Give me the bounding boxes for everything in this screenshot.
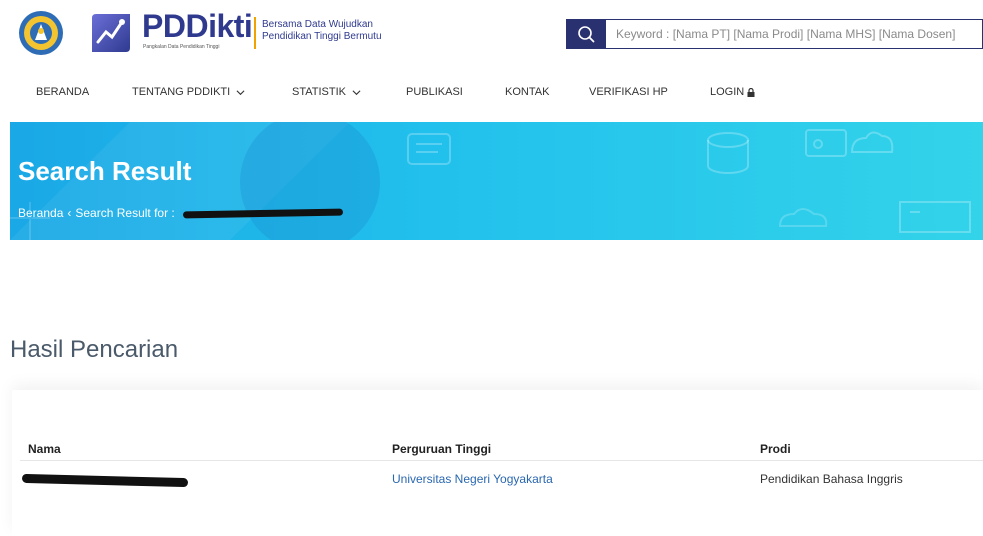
nav-item-beranda[interactable]: BERANDA [36, 86, 89, 98]
nav-item-publikasi[interactable]: PUBLIKASI [406, 86, 463, 98]
breadcrumb-home-link[interactable]: Beranda [18, 206, 63, 220]
chevron-down-icon [352, 89, 361, 95]
chevron-down-icon [236, 89, 245, 95]
tut-wuri-handayani-logo[interactable] [18, 10, 64, 56]
brand-subtitle: Pangkalan Data Pendidikan Tinggi [143, 44, 220, 50]
university-link[interactable]: Universitas Negeri Yogyakarta [392, 472, 553, 486]
results-heading: Hasil Pencarian [10, 336, 179, 363]
nav-label: BERANDA [36, 86, 90, 98]
nav-item-kontak[interactable]: KONTAK [505, 86, 549, 98]
column-header-prodi: Prodi [760, 442, 791, 456]
search-input-wrapper [606, 19, 983, 49]
page-title: Search Result [18, 156, 192, 186]
study-program: Pendidikan Bahasa Inggris [760, 472, 903, 486]
redacted-student-name [21, 473, 189, 488]
tagline: Bersama Data Wujudkan Pendidikan Tinggi … [262, 19, 382, 43]
redacted-search-query [182, 208, 343, 218]
tagline-line-2: Pendidikan Tinggi Bermutu [262, 31, 382, 42]
breadcrumb-current: Search Result for : [75, 206, 175, 220]
nav-item-verifikasi-hp[interactable]: VERIFIKASI HP [589, 86, 668, 98]
nav-item-login[interactable]: LOGIN [710, 86, 755, 98]
lock-icon [747, 87, 755, 97]
search-result-banner: Search Result Beranda ‹ Search Result fo… [10, 122, 983, 240]
nav-item-tentang-pddikti[interactable]: TENTANG PDDIKTI [132, 86, 245, 98]
nav-label: TENTANG PDDIKTI [132, 86, 231, 98]
search-icon [578, 26, 595, 43]
breadcrumb: Beranda ‹ Search Result for : [18, 206, 343, 220]
student-name-link[interactable] [21, 473, 189, 488]
nav-label: KONTAK [505, 86, 550, 98]
nav-label: VERIFIKASI HP [589, 86, 668, 98]
brand-name: PDDikti [142, 8, 253, 44]
nav-label: PUBLIKASI [406, 86, 463, 98]
nav-label: STATISTIK [292, 86, 346, 98]
breadcrumb-separator: ‹ [67, 206, 72, 220]
main-nav: BERANDA TENTANG PDDIKTI STATISTIK PUBLIK… [0, 74, 983, 110]
table-header-divider [20, 460, 983, 461]
tagline-line-1: Bersama Data Wujudkan [262, 19, 373, 30]
column-header-perguruan-tinggi: Perguruan Tinggi [392, 442, 492, 456]
nav-label: LOGIN [710, 86, 745, 98]
search-input[interactable] [606, 20, 982, 48]
nav-item-statistik[interactable]: STATISTIK [292, 86, 361, 98]
brand-divider [254, 17, 256, 49]
column-header-nama: Nama [28, 442, 61, 456]
results-card [12, 390, 983, 536]
pddikti-logo-icon[interactable] [88, 10, 134, 56]
search-button[interactable] [566, 19, 606, 49]
